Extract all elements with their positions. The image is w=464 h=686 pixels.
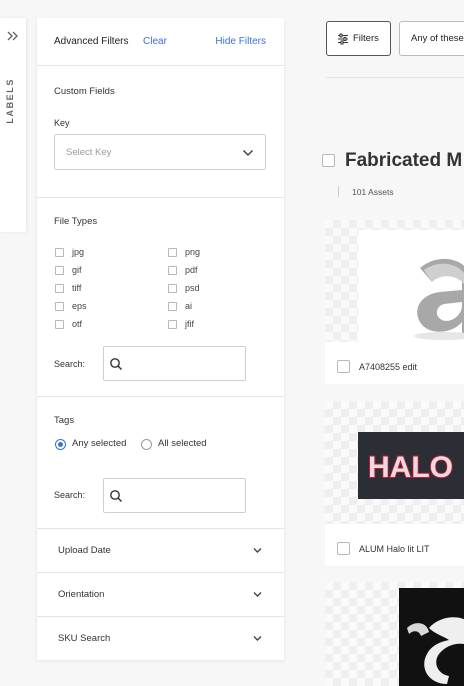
checkbox[interactable] bbox=[168, 266, 177, 275]
filetype-label: gif bbox=[72, 265, 82, 275]
checkbox[interactable] bbox=[55, 302, 64, 311]
labels-rail-label[interactable]: LABELS bbox=[5, 78, 21, 124]
sku-search-toggle[interactable]: SKU Search bbox=[37, 617, 284, 661]
clear-button[interactable]: Clear bbox=[143, 36, 167, 47]
svg-text:HALO: HALO bbox=[368, 451, 453, 484]
file-types-title: File Types bbox=[54, 216, 98, 227]
checkbox[interactable] bbox=[168, 320, 177, 329]
filetype-label: otf bbox=[72, 319, 83, 329]
file-types-section: File Types jpg gif tiff eps otf png pdf … bbox=[37, 198, 284, 397]
filetype-label: psd bbox=[185, 283, 200, 293]
asset-thumbnail[interactable]: HALO bbox=[325, 401, 464, 524]
filetype-label: png bbox=[185, 247, 201, 257]
upload-date-toggle[interactable]: Upload Date bbox=[37, 529, 284, 573]
search-icon bbox=[110, 490, 123, 503]
expand-icon[interactable] bbox=[5, 28, 21, 44]
filetype-label: pdf bbox=[185, 265, 198, 275]
orientation-toggle[interactable]: Orientation bbox=[37, 573, 284, 617]
panel-header: Advanced Filters Clear Hide Filters bbox=[37, 18, 284, 66]
all-selected-radio[interactable] bbox=[141, 439, 152, 450]
labels-rail: LABELS bbox=[0, 18, 26, 232]
any-selected-label[interactable]: Any selected bbox=[72, 438, 126, 449]
filetype-label: tiff bbox=[72, 283, 82, 293]
asset-card[interactable]: A7408255 edit bbox=[325, 220, 464, 384]
asset-image-letter-a bbox=[358, 230, 464, 342]
asset-thumbnail[interactable] bbox=[325, 220, 464, 342]
chevron-down-icon bbox=[253, 548, 262, 553]
filetype-label: ai bbox=[185, 301, 193, 311]
custom-fields-title: Custom Fields bbox=[54, 86, 115, 97]
tags-title: Tags bbox=[54, 415, 75, 426]
filetype-search-label: Search: bbox=[54, 359, 86, 369]
all-selected-label[interactable]: All selected bbox=[158, 438, 207, 449]
filetype-label: eps bbox=[72, 301, 87, 311]
filetype-label: jpg bbox=[72, 247, 85, 257]
any-selected-radio[interactable] bbox=[55, 439, 66, 450]
checkbox[interactable] bbox=[55, 320, 64, 329]
checkbox[interactable] bbox=[55, 248, 64, 257]
chevron-down-icon bbox=[253, 592, 262, 597]
orientation-label: Orientation bbox=[58, 589, 105, 600]
chevron-down-icon bbox=[242, 149, 254, 157]
upload-date-label: Upload Date bbox=[58, 545, 111, 556]
hide-filters-button[interactable]: Hide Filters bbox=[215, 36, 266, 47]
checkbox[interactable] bbox=[168, 284, 177, 293]
asset-name: ALUM Halo lit LIT bbox=[359, 544, 430, 554]
key-select[interactable]: Select Key bbox=[54, 134, 266, 170]
asset-checkbox[interactable] bbox=[337, 360, 350, 373]
match-mode-label: Any of these bbox=[411, 33, 464, 44]
toolbar-divider bbox=[326, 77, 464, 78]
asset-card[interactable] bbox=[325, 582, 464, 686]
advanced-filters-panel: Advanced Filters Clear Hide Filters Cust… bbox=[37, 18, 284, 660]
tag-search-label: Search: bbox=[54, 490, 86, 500]
asset-image-script-letter bbox=[399, 588, 464, 686]
filetype-search-input[interactable] bbox=[103, 346, 246, 381]
asset-checkbox[interactable] bbox=[337, 542, 350, 555]
asset-count: 101 Assets bbox=[352, 187, 394, 197]
chevron-down-icon bbox=[253, 636, 262, 641]
key-select-placeholder: Select Key bbox=[66, 147, 112, 158]
sliders-icon bbox=[338, 33, 348, 45]
asset-thumbnail[interactable] bbox=[325, 582, 464, 686]
asset-image-halo-sign: HALO bbox=[358, 432, 464, 499]
custom-fields-section: Custom Fields Key bbox=[37, 66, 284, 198]
checkbox[interactable] bbox=[55, 284, 64, 293]
filters-button-label: Filters bbox=[353, 33, 379, 44]
tags-section: Tags Any selected All selected Search: bbox=[37, 397, 284, 529]
asset-card[interactable]: HALO ALUM Halo lit LIT bbox=[325, 401, 464, 566]
filters-button[interactable]: Filters bbox=[326, 21, 391, 56]
tag-search-input[interactable] bbox=[103, 478, 246, 513]
sku-search-label: SKU Search bbox=[58, 633, 111, 644]
asset-name: A7408255 edit bbox=[359, 362, 418, 372]
count-divider bbox=[338, 186, 339, 197]
search-icon bbox=[110, 358, 123, 371]
collection-title: Fabricated M bbox=[345, 150, 463, 171]
checkbox[interactable] bbox=[168, 302, 177, 311]
checkbox[interactable] bbox=[55, 266, 64, 275]
checkbox[interactable] bbox=[168, 248, 177, 257]
match-mode-dropdown[interactable]: Any of these bbox=[399, 21, 464, 56]
filetype-label: jfif bbox=[185, 319, 194, 329]
select-all-checkbox[interactable] bbox=[322, 154, 335, 167]
panel-title: Advanced Filters bbox=[54, 36, 129, 47]
key-label: Key bbox=[54, 118, 70, 128]
